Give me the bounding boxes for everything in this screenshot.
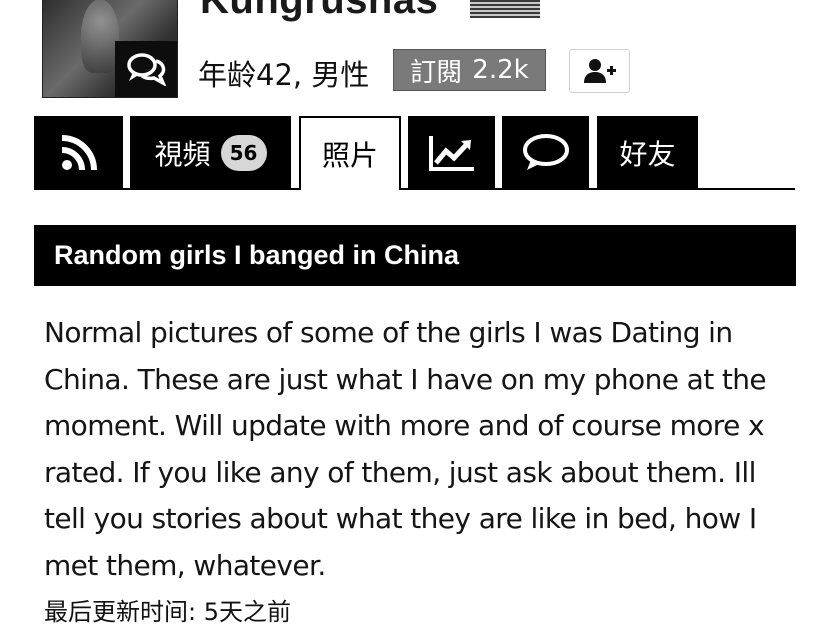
tab-videos[interactable]: 視頻 56 bbox=[130, 116, 291, 190]
rss-icon bbox=[61, 135, 97, 171]
age-gender: 年龄42, 男性 bbox=[198, 58, 370, 92]
tab-stats[interactable] bbox=[408, 116, 495, 190]
album-description: Normal pictures of some of the girls I w… bbox=[44, 316, 767, 582]
video-count-badge: 56 bbox=[220, 135, 267, 171]
tab-feed[interactable] bbox=[34, 116, 123, 190]
chat-bubbles-icon bbox=[127, 53, 167, 86]
tab-friends[interactable]: 好友 bbox=[597, 116, 698, 190]
tab-comments[interactable] bbox=[502, 116, 589, 190]
add-user-icon bbox=[583, 59, 616, 83]
subscribe-button[interactable]: 訂閱 2.2k bbox=[393, 49, 546, 91]
add-friend-button[interactable] bbox=[569, 49, 630, 93]
avatar-photo bbox=[81, 0, 119, 73]
country-flag-icon bbox=[470, 0, 540, 18]
tab-videos-label: 視頻 bbox=[154, 138, 211, 171]
speech-bubble-icon bbox=[522, 134, 569, 170]
chart-line-icon bbox=[428, 136, 474, 171]
profile-avatar[interactable] bbox=[42, 0, 178, 98]
tab-photos[interactable]: 照片 bbox=[299, 116, 401, 190]
subscriber-count: 2.2k bbox=[472, 55, 529, 85]
username: Kungrushas bbox=[200, 0, 439, 22]
subscribe-label: 訂閱 bbox=[410, 57, 463, 88]
chat-badge[interactable] bbox=[115, 41, 177, 97]
last-updated: 最后更新时间: 5天之前 bbox=[44, 598, 291, 626]
tab-photos-label: 照片 bbox=[321, 139, 378, 172]
album-title: Random girls I banged in China bbox=[34, 225, 796, 286]
tab-friends-label: 好友 bbox=[619, 138, 676, 171]
